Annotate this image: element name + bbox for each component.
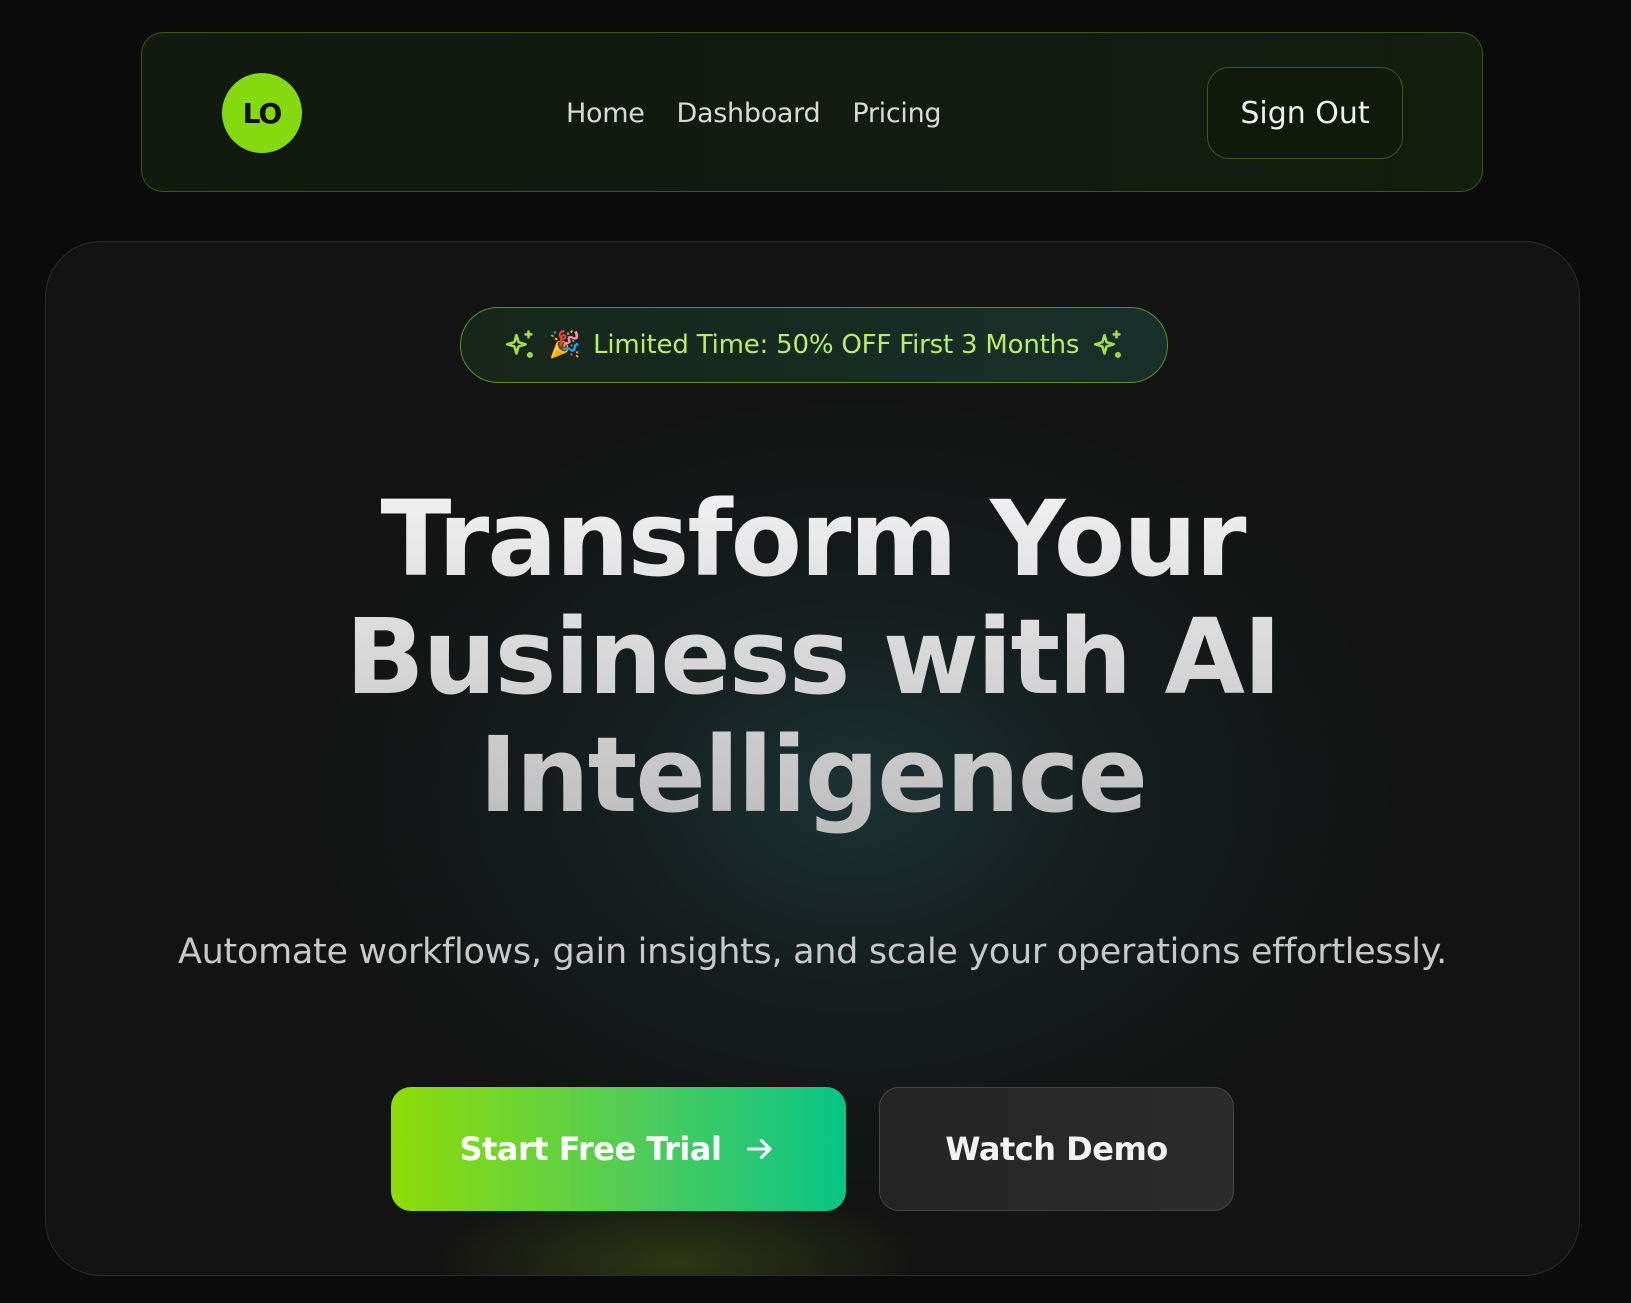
headline-line: Transform Your <box>380 478 1245 600</box>
hero-subtext: Automate workflows, gain insights, and s… <box>178 932 1447 972</box>
nav-links: Home Dashboard Pricing <box>566 33 942 193</box>
hero-section: 🎉 Limited Time: 50% OFF First 3 Months T… <box>45 241 1580 1276</box>
nav-link-home[interactable]: Home <box>566 98 645 129</box>
watch-demo-button[interactable]: Watch Demo <box>879 1087 1234 1211</box>
logo-avatar[interactable]: LO <box>222 73 302 153</box>
party-popper-icon: 🎉 <box>548 330 582 360</box>
hero-headline: Transform Your Business with AI Intellig… <box>46 480 1579 834</box>
nav-link-pricing[interactable]: Pricing <box>852 98 941 129</box>
sign-out-button[interactable]: Sign Out <box>1207 67 1403 159</box>
sparkle-icon <box>1091 328 1125 362</box>
nav-link-dashboard[interactable]: Dashboard <box>677 98 821 129</box>
start-free-trial-button[interactable]: Start Free Trial <box>391 1087 846 1211</box>
promo-text: Limited Time: 50% OFF First 3 Months <box>593 330 1080 360</box>
arrow-right-icon <box>743 1132 777 1166</box>
sparkle-icon <box>503 328 537 362</box>
navbar: LO Home Dashboard Pricing Sign Out <box>141 32 1483 192</box>
headline-line: Business with AI <box>345 596 1280 718</box>
headline-line: Intelligence <box>478 714 1147 836</box>
start-free-trial-label: Start Free Trial <box>459 1130 722 1168</box>
promo-badge[interactable]: 🎉 Limited Time: 50% OFF First 3 Months <box>460 307 1168 383</box>
